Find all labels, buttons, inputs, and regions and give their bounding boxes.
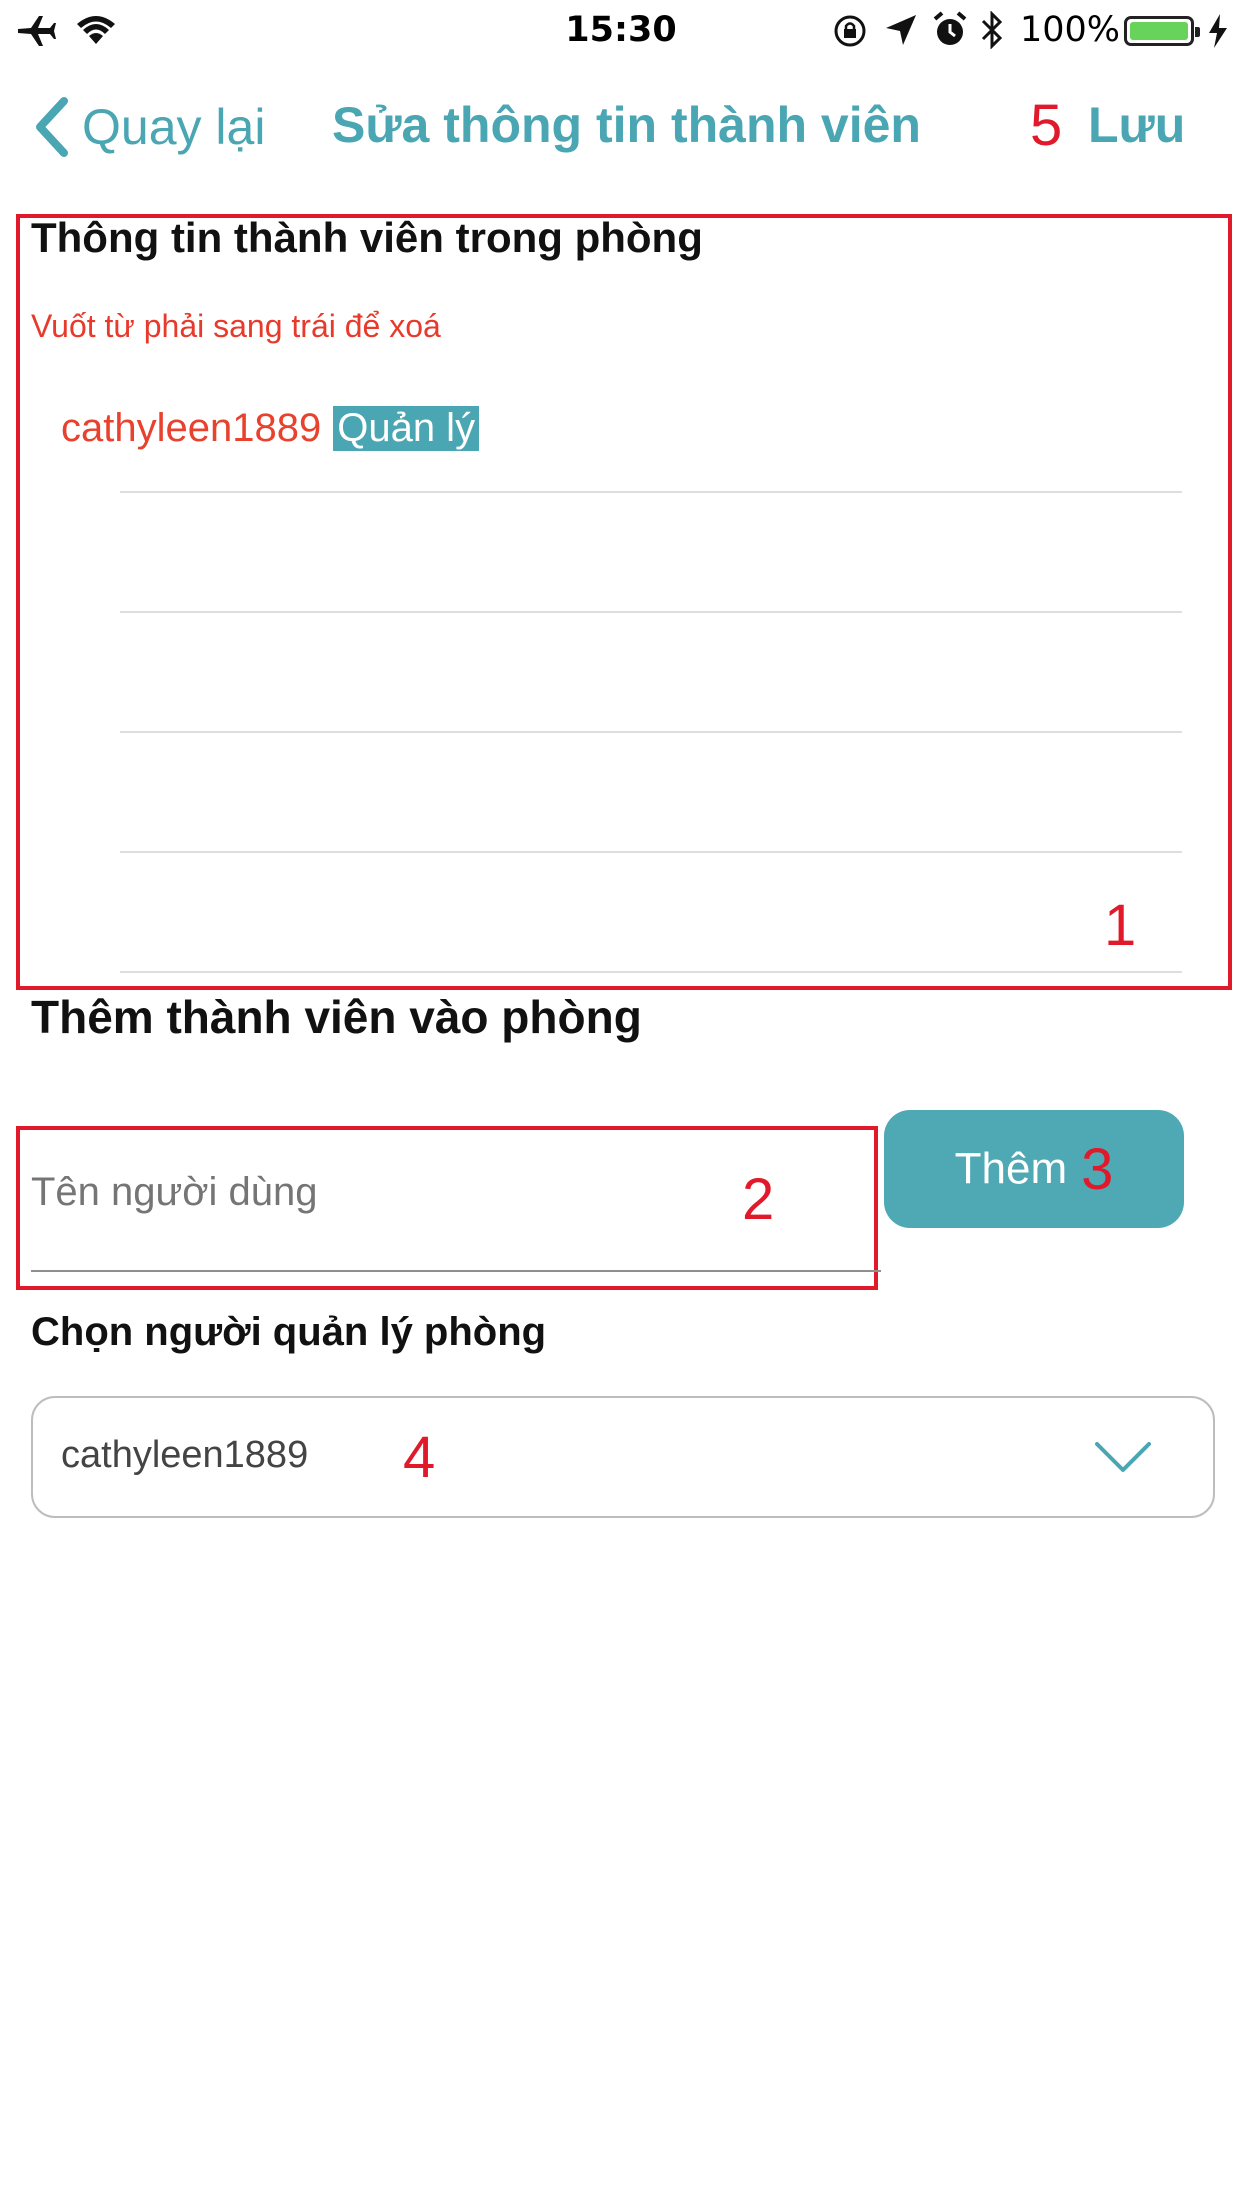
back-label: Quay lại: [82, 99, 266, 155]
username-underline: [31, 1270, 881, 1272]
bluetooth-icon: [981, 11, 1003, 49]
back-button[interactable]: Quay lại: [32, 92, 265, 162]
member-name: cathyleen1889: [61, 406, 322, 450]
add-member-button[interactable]: Thêm 3: [884, 1110, 1184, 1228]
annotation-4: 4: [403, 1425, 436, 1490]
username-input[interactable]: [31, 1164, 851, 1220]
chevron-left-icon: [36, 97, 68, 157]
row-divider: [120, 851, 1182, 853]
charging-icon: [1209, 14, 1227, 48]
location-icon: [886, 15, 916, 45]
member-row[interactable]: cathyleen1889 Quản lý: [61, 406, 480, 451]
annotation-5: 5: [1030, 93, 1063, 158]
status-bar: 15:30 100%: [0, 0, 1242, 62]
row-divider: [120, 971, 1182, 973]
manager-select[interactable]: cathyleen1889 4: [31, 1396, 1215, 1518]
alarm-icon: [933, 11, 967, 45]
page-title: Sửa thông tin thành viên: [332, 97, 921, 153]
add-section-title: Thêm thành viên vào phòng: [31, 991, 642, 1043]
row-divider: [120, 611, 1182, 613]
save-button[interactable]: Lưu: [1088, 96, 1185, 154]
chevron-down-icon: [1095, 1442, 1151, 1472]
annotation-1: 1: [1104, 893, 1137, 958]
row-divider: [120, 491, 1182, 493]
annotation-3: 3: [1081, 1136, 1114, 1202]
annotation-2: 2: [742, 1167, 775, 1232]
battery-icon: [1124, 16, 1200, 46]
row-divider: [120, 731, 1182, 733]
swipe-delete-hint: Vuốt từ phải sang trái để xoá: [31, 308, 441, 344]
members-section-title: Thông tin thành viên trong phòng: [31, 214, 703, 261]
manager-selected-value: cathyleen1889: [61, 1434, 309, 1476]
battery-percent: 100%: [1020, 10, 1121, 50]
orientation-lock-icon: [834, 15, 866, 47]
member-role-badge: Quản lý: [333, 406, 480, 451]
manager-section-title: Chọn người quản lý phòng: [31, 1310, 547, 1354]
add-button-label: Thêm: [954, 1144, 1068, 1193]
